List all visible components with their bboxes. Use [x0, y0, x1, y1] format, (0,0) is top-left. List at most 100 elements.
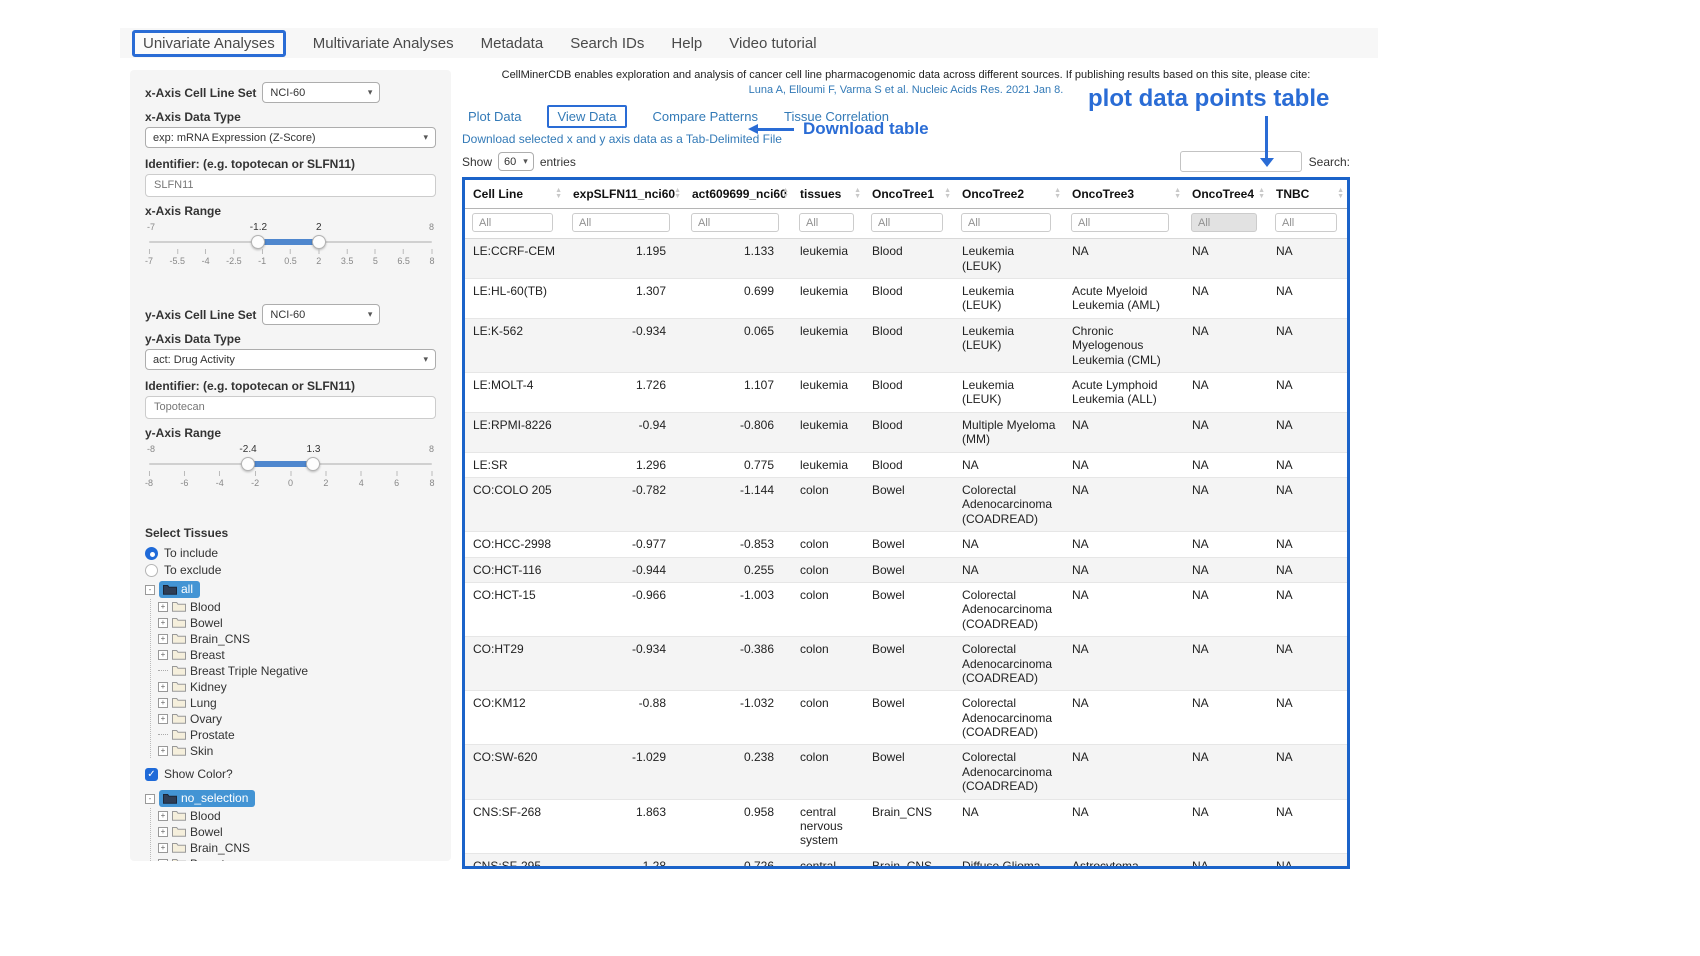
table-row-co-hct-116[interactable]: CO:HCT-116-0.9440.255colonBowelNANANANA [465, 557, 1347, 582]
tree-item-prostate[interactable]: Prostate [158, 727, 436, 742]
table-row-le-k-562[interactable]: LE:K-562-0.9340.065leukemiaBloodLeukemia… [465, 318, 1347, 372]
nav-tab-multivariate-analyses[interactable]: Multivariate Analyses [313, 35, 454, 52]
tree-expand-icon[interactable]: + [158, 746, 168, 756]
tree-collapse-icon[interactable]: - [145, 794, 155, 804]
x-axis-range-slider[interactable]: -7-1.228-7-5.5-4-2.5-10.523.556.58 [149, 222, 432, 274]
slider-handle-low[interactable] [241, 457, 255, 471]
tree-expand-icon[interactable]: + [158, 618, 168, 628]
slider-track[interactable] [149, 457, 432, 471]
column-header-oncotree3[interactable]: OncoTree3▲▼ [1064, 180, 1184, 209]
tree-item-ovary[interactable]: +Ovary [158, 711, 436, 726]
column-filter-oncotree1[interactable] [871, 213, 943, 232]
table-row-co-sw-620[interactable]: CO:SW-620-1.0290.238colonBowelColorectal… [465, 745, 1347, 799]
column-header-tnbc[interactable]: TNBC▲▼ [1268, 180, 1347, 209]
tree-expand-icon[interactable]: + [158, 682, 168, 692]
table-row-cns-sf-295[interactable]: CNS:SF-2951.280.726central nervous syste… [465, 853, 1347, 869]
table-row-le-molt-4[interactable]: LE:MOLT-41.7261.107leukemiaBloodLeukemia… [465, 373, 1347, 413]
tree-expand-icon[interactable]: + [158, 698, 168, 708]
tree-item-breast[interactable]: +Breast [158, 856, 436, 861]
table-row-le-hl-60-tb[interactable]: LE:HL-60(TB)1.3070.699leukemiaBloodLeuke… [465, 279, 1347, 319]
column-header-cell-line[interactable]: Cell Line▲▼ [465, 180, 565, 209]
download-link[interactable]: Download selected x and y axis data as a… [462, 132, 782, 146]
tab-view-data[interactable]: View Data [547, 105, 626, 128]
y-axis-identifier-input[interactable]: Topotecan [145, 396, 436, 419]
tree-expand-icon[interactable]: + [158, 602, 168, 612]
nav-tab-search-ids[interactable]: Search IDs [570, 35, 644, 52]
tree-item-blood[interactable]: +Blood [158, 599, 436, 614]
tree-root-no-selection[interactable]: no_selection [159, 790, 255, 807]
table-row-co-ht29[interactable]: CO:HT29-0.934-0.386colonBowelColorectal … [465, 637, 1347, 691]
search-input[interactable] [1180, 151, 1302, 172]
tree-item-breast-triple-negative[interactable]: Breast Triple Negative [158, 663, 436, 678]
tree-item-breast[interactable]: +Breast [158, 647, 436, 662]
table-row-cns-sf-268[interactable]: CNS:SF-2681.8630.958central nervous syst… [465, 799, 1347, 853]
x-axis-data-type-select[interactable]: exp: mRNA Expression (Z-Score) [145, 127, 436, 148]
sort-icon[interactable]: ▲▼ [854, 188, 861, 200]
table-row-le-rpmi-8226[interactable]: LE:RPMI-8226-0.94-0.806leukemiaBloodMult… [465, 412, 1347, 452]
sort-icon[interactable]: ▲▼ [944, 188, 951, 200]
column-header-tissues[interactable]: tissues▲▼ [792, 180, 864, 209]
column-header-oncotree4[interactable]: OncoTree4▲▼ [1184, 180, 1268, 209]
tree-expand-icon[interactable]: + [158, 859, 168, 862]
tree-expand-icon[interactable]: + [158, 811, 168, 821]
column-filter-tissues[interactable] [799, 213, 854, 232]
sort-icon[interactable]: ▲▼ [1054, 188, 1061, 200]
slider-handle-high[interactable] [306, 457, 320, 471]
column-filter-tnbc[interactable] [1275, 213, 1337, 232]
column-header-oncotree1[interactable]: OncoTree1▲▼ [864, 180, 954, 209]
table-row-le-sr[interactable]: LE:SR1.2960.775leukemiaBloodNANANANA [465, 452, 1347, 477]
tree-expand-icon[interactable]: + [158, 634, 168, 644]
table-row-co-hct-15[interactable]: CO:HCT-15-0.966-1.003colonBowelColorecta… [465, 582, 1347, 636]
nav-tab-metadata[interactable]: Metadata [481, 35, 544, 52]
tab-plot-data[interactable]: Plot Data [468, 109, 521, 124]
tree-item-bowel[interactable]: +Bowel [158, 824, 436, 839]
tree-root-all[interactable]: all [159, 581, 200, 598]
x-axis-cell-line-set-select[interactable]: NCI-60 [262, 82, 380, 103]
column-header-oncotree2[interactable]: OncoTree2▲▼ [954, 180, 1064, 209]
tree-expand-icon[interactable]: + [158, 827, 168, 837]
slider-handle-high[interactable] [312, 235, 326, 249]
nav-tab-help[interactable]: Help [671, 35, 702, 52]
tree-item-blood[interactable]: +Blood [158, 808, 436, 823]
sort-icon[interactable]: ▲▼ [1337, 188, 1344, 200]
y-axis-cell-line-set-select[interactable]: NCI-60 [262, 304, 380, 325]
x-axis-identifier-input[interactable]: SLFN11 [145, 174, 436, 197]
table-row-co-hcc-2998[interactable]: CO:HCC-2998-0.977-0.853colonBowelNANANAN… [465, 532, 1347, 557]
table-row-co-colo-205[interactable]: CO:COLO 205-0.782-1.144colonBowelColorec… [465, 477, 1347, 531]
tree-item-brain-cns[interactable]: +Brain_CNS [158, 631, 436, 646]
sort-icon[interactable]: ▲▼ [1258, 188, 1265, 200]
tree-expand-icon[interactable]: + [158, 843, 168, 853]
column-header-act609699-nci60[interactable]: act609699_nci60▲▼ [684, 180, 792, 209]
tissue-include-radio[interactable]: To include [145, 546, 436, 560]
column-filter-act609699-nci60[interactable] [691, 213, 779, 232]
sort-icon[interactable]: ▲▼ [782, 188, 789, 200]
column-filter-oncotree2[interactable] [961, 213, 1051, 232]
entries-select[interactable]: 60 [498, 152, 534, 171]
show-color-checkbox[interactable]: ✓ Show Color? [145, 767, 436, 781]
tree-collapse-icon[interactable]: - [145, 585, 155, 595]
tab-compare-patterns[interactable]: Compare Patterns [653, 109, 759, 124]
nav-tab-video-tutorial[interactable]: Video tutorial [729, 35, 816, 52]
slider-handle-low[interactable] [251, 235, 265, 249]
nav-tab-univariate-analyses[interactable]: Univariate Analyses [132, 30, 286, 57]
column-filter-oncotree3[interactable] [1071, 213, 1169, 232]
column-header-expslfn11-nci60[interactable]: expSLFN11_nci60▲▼ [565, 180, 684, 209]
table-row-le-ccrf-cem[interactable]: LE:CCRF-CEM1.1951.133leukemiaBloodLeukem… [465, 239, 1347, 279]
column-filter-cell-line[interactable] [472, 213, 553, 232]
tree-expand-icon[interactable]: + [158, 650, 168, 660]
tree-item-lung[interactable]: +Lung [158, 695, 436, 710]
sort-icon[interactable]: ▲▼ [1174, 188, 1181, 200]
tree-expand-icon[interactable]: + [158, 714, 168, 724]
tree-item-kidney[interactable]: +Kidney [158, 679, 436, 694]
sort-icon[interactable]: ▲▼ [555, 188, 562, 200]
tissue-exclude-radio[interactable]: To exclude [145, 563, 436, 577]
tree-item-skin[interactable]: +Skin [158, 743, 436, 758]
tree-item-bowel[interactable]: +Bowel [158, 615, 436, 630]
column-filter-expslfn11-nci60[interactable] [572, 213, 670, 232]
sort-icon[interactable]: ▲▼ [674, 188, 681, 200]
table-row-co-km12[interactable]: CO:KM12-0.88-1.032colonBowelColorectal A… [465, 691, 1347, 745]
column-filter-oncotree4[interactable] [1191, 213, 1257, 232]
tree-item-brain-cns[interactable]: +Brain_CNS [158, 840, 436, 855]
y-axis-data-type-select[interactable]: act: Drug Activity [145, 349, 436, 370]
slider-track[interactable] [149, 235, 432, 249]
